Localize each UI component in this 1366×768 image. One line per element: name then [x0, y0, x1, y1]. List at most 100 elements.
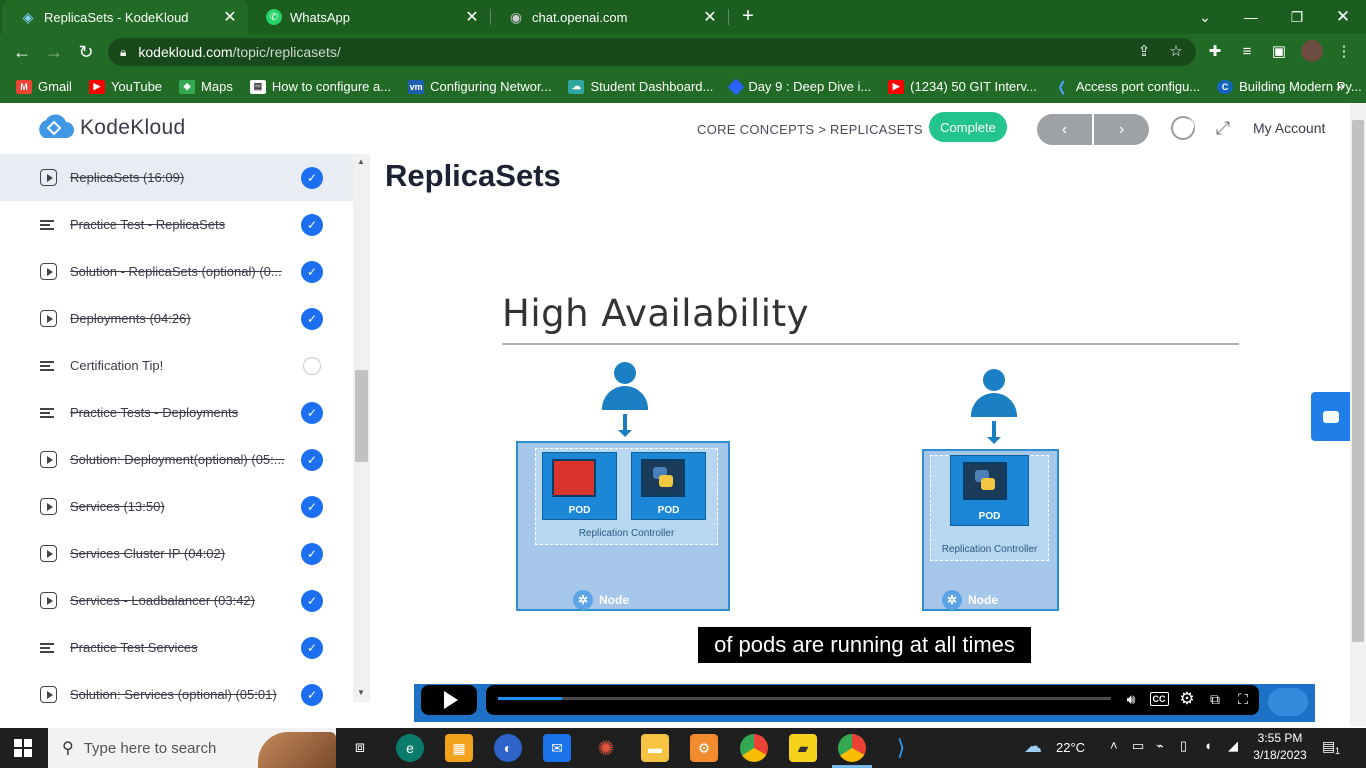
clock-date[interactable]: 3/18/2023 [1250, 748, 1310, 762]
edge-icon[interactable]: e [396, 734, 424, 762]
volume-tray-icon[interactable]: ◖ [1204, 738, 1212, 753]
sidebar-item-services[interactable]: Services (13:50) ✓ [0, 483, 353, 530]
captions-icon[interactable]: CC [1149, 689, 1169, 709]
sidebar-item-practice-tests-deployments[interactable]: Practice Tests - Deployments ✓ [0, 389, 353, 436]
sidebar-item-replicasets[interactable]: ReplicaSets (16:09) ✓ [0, 154, 353, 201]
picture-in-picture-icon[interactable]: ⧉ [1205, 689, 1225, 709]
file-explorer-icon[interactable]: ▬ [641, 734, 669, 762]
previous-lesson-button[interactable]: ‹ [1037, 114, 1092, 145]
check-icon: ✓ [301, 683, 323, 706]
bookmark-student-dashboard[interactable]: ☁ Student Dashboard... [568, 79, 713, 94]
network-icon[interactable]: ⌁ [1156, 738, 1164, 754]
bookmark-access-port[interactable]: ❬ Access port configu... [1054, 79, 1200, 95]
sidebar-item-practice-test-services[interactable]: Practice Test Services ✓ [0, 624, 353, 671]
avatar[interactable] [1301, 40, 1323, 62]
sidebar-item-services-loadbalancer[interactable]: Services - Loadbalancer (03:42) ✓ [0, 577, 353, 624]
gmail-icon: M [16, 79, 32, 94]
extensions-icon[interactable]: ✚ [1204, 40, 1226, 62]
new-tab-button[interactable]: + [736, 5, 760, 29]
bookmark-git-interview[interactable]: ▶ (1234) 50 GIT Interv... [888, 79, 1037, 94]
settings-icon[interactable]: ⚙ [1177, 689, 1197, 709]
notification-icon[interactable]: ▤ [1322, 738, 1335, 755]
back-icon[interactable]: ← [10, 40, 34, 64]
close-icon[interactable]: ✕ [220, 7, 240, 27]
share-icon[interactable]: ⇪ [1133, 40, 1155, 62]
sticky-notes-icon[interactable]: ▰ [789, 734, 817, 762]
sidebar-item-label: Certification Tip! [70, 358, 164, 373]
close-icon[interactable]: ✕ [700, 7, 720, 27]
bookmark-maps[interactable]: ◆ Maps [179, 79, 233, 94]
kodekloud-logo[interactable]: KodeKloud [34, 114, 185, 142]
complete-button[interactable]: Complete [929, 112, 1007, 142]
lesson-sidebar: ReplicaSets (16:09) ✓ Practice Test - Re… [0, 154, 353, 726]
python-icon [641, 459, 685, 497]
app-spiral-icon[interactable]: ✺ [592, 734, 620, 762]
tab-search-icon[interactable]: ⌄ [1182, 0, 1228, 34]
mail-icon[interactable]: ✉ [543, 734, 571, 762]
c-icon: C [1217, 79, 1234, 94]
bookmark-configuring-network[interactable]: vm Configuring Networ... [408, 79, 551, 94]
wifi-icon[interactable]: ◢ [1228, 738, 1238, 754]
sidebar-item-label: Deployments (04:26) [70, 311, 191, 326]
document-icon [40, 639, 57, 656]
expand-icon[interactable]: ⤢ [1212, 117, 1234, 139]
tab-chat-openai[interactable]: ◉ chat.openai.com ✕ [490, 0, 728, 34]
sidebar-scrollbar-thumb[interactable] [355, 370, 368, 462]
kodekloud-watermark-icon [1268, 688, 1308, 716]
clock-time[interactable]: 3:55 PM [1250, 731, 1310, 745]
bookmark-day9[interactable]: Day 9 : Deep Dive i... [727, 78, 871, 95]
restore-button[interactable]: ❐ [1274, 0, 1320, 34]
scroll-up-icon[interactable]: ▲ [356, 157, 366, 166]
bookmark-how-to-configure[interactable]: ▤ How to configure a... [249, 79, 391, 94]
sidebar-item-certification-tip[interactable]: Certification Tip! [0, 342, 353, 389]
tab-label: chat.openai.com [532, 9, 628, 25]
tab-whatsapp[interactable]: ✆ WhatsApp ✕ [248, 0, 490, 34]
bookmark-youtube[interactable]: ▶ YouTube [88, 79, 162, 94]
app-icon[interactable]: ◐ [494, 734, 522, 762]
sidebar-item-deployments[interactable]: Deployments (04:26) ✓ [0, 295, 353, 342]
sidebar-item-solution-services[interactable]: Solution: Services (optional) (05:01) ✓ [0, 671, 353, 718]
tray-overflow-icon[interactable]: ˄ [1110, 738, 1118, 753]
chrome-icon[interactable] [740, 734, 768, 762]
sidebar-item-label: ReplicaSets (16:09) [70, 170, 185, 185]
tab-replicasets[interactable]: ◈ ReplicaSets - KodeKloud ✕ [2, 0, 248, 34]
windows-start-icon[interactable] [14, 739, 32, 757]
kodekloud-logo-icon [34, 114, 74, 142]
settings-app-icon[interactable]: ⚙ [690, 734, 718, 762]
address-bar[interactable]: 🔒︎ kodekloud.com/topic/replicasets/ [108, 38, 1196, 66]
star-icon[interactable]: ☆ [1165, 40, 1187, 62]
my-account-link[interactable]: My Account [1253, 120, 1325, 136]
bookmarks-bar: M Gmail ▶ YouTube ◆ Maps ▤ How to configure … [0, 70, 1366, 103]
task-view-icon[interactable]: ⧈ [346, 734, 374, 762]
media-icon[interactable]: ≡ [1236, 40, 1258, 62]
reload-icon[interactable]: ↻ [74, 40, 98, 64]
play-button[interactable] [421, 685, 477, 715]
seek-bar[interactable] [498, 697, 1111, 700]
minimize-button[interactable]: — [1228, 0, 1274, 34]
close-window-button[interactable]: ✕ [1320, 0, 1366, 34]
fullscreen-icon[interactable]: ⛶ [1233, 689, 1253, 709]
store-icon[interactable]: ▦ [445, 734, 473, 762]
next-lesson-button[interactable]: › [1094, 114, 1149, 145]
vscode-icon[interactable]: ⟩ [887, 734, 915, 762]
sidebar-item-solution-replicasets[interactable]: Solution - ReplicaSets (optional) (0... … [0, 248, 353, 295]
volume-icon[interactable]: 🔊︎ [1121, 689, 1141, 709]
battery-icon[interactable]: ▭ [1132, 738, 1144, 754]
sidepanel-icon[interactable]: ▣ [1268, 40, 1290, 62]
play-icon [40, 686, 57, 703]
dark-mode-icon[interactable] [1171, 116, 1195, 140]
bookmarks-overflow-icon[interactable]: » [1336, 78, 1345, 96]
weather-temp[interactable]: 22°C [1056, 740, 1085, 755]
page-scrollbar-thumb[interactable] [1352, 120, 1364, 642]
chat-button[interactable] [1311, 392, 1350, 441]
close-icon[interactable]: ✕ [462, 7, 482, 27]
sidebar-item-services-cluster-ip[interactable]: Services Cluster IP (04:02) ✓ [0, 530, 353, 577]
forward-icon[interactable]: → [42, 40, 66, 64]
sidebar-item-practice-test-replicasets[interactable]: Practice Test - ReplicaSets ✓ [0, 201, 353, 248]
chrome-active-icon[interactable] [838, 734, 866, 762]
device-icon[interactable]: ▯ [1180, 738, 1187, 754]
menu-icon[interactable]: ⋮ [1333, 40, 1355, 62]
scroll-down-icon[interactable]: ▼ [356, 688, 366, 697]
bookmark-gmail[interactable]: M Gmail [16, 79, 72, 94]
sidebar-item-solution-deployment[interactable]: Solution: Deployment(optional) (05:... ✓ [0, 436, 353, 483]
